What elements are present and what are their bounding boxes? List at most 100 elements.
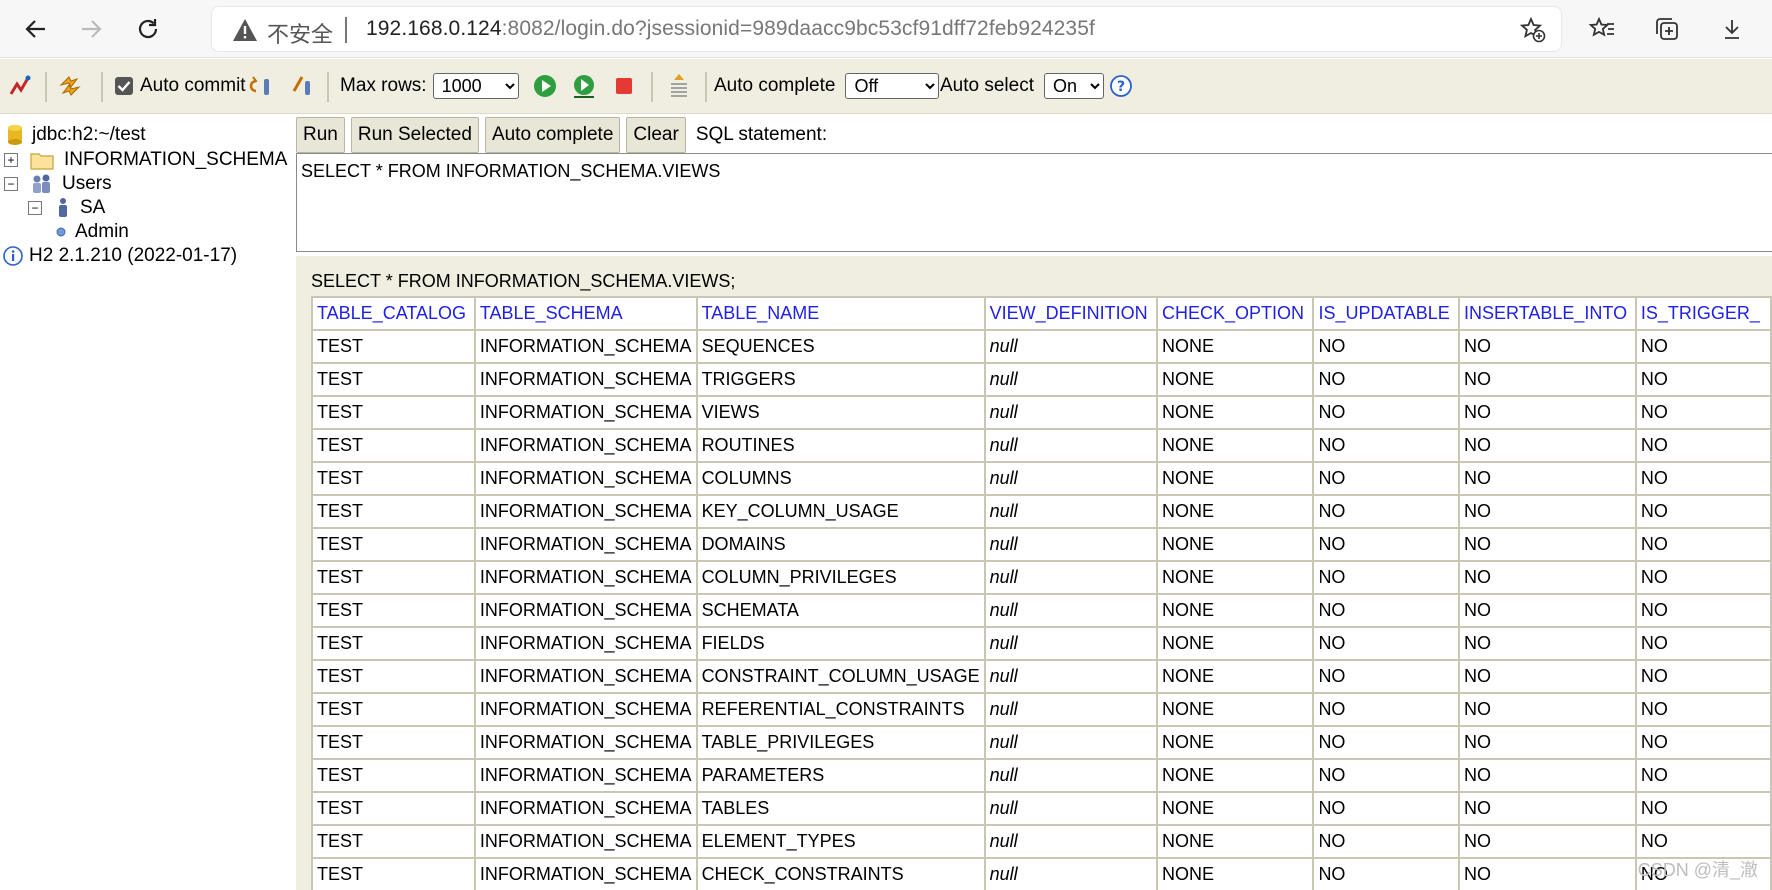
history-button[interactable] [668,71,690,101]
table-cell: FIELDS [695,626,986,661]
column-header[interactable]: VIEW_DEFINITION [983,296,1159,331]
table-cell: NO [1312,824,1461,859]
url-text[interactable]: 192.168.0.124:8082/login.do?jsessionid=9… [366,17,1095,41]
run-selected-button[interactable] [571,71,597,101]
add-favorite-icon[interactable] [1519,16,1547,44]
table-cell: INFORMATION_SCHEMA [473,527,698,562]
collapse-glyph: − [31,201,39,215]
table-cell: null [983,692,1159,727]
tree-user-sa[interactable]: − SA [28,195,105,221]
run-selected-text-button[interactable]: Run Selected [350,117,479,153]
connection-label: jdbc:h2:~/test [32,124,146,145]
role-bullet-icon [56,227,66,237]
column-header[interactable]: IS_UPDATABLE [1312,296,1461,331]
table-cell: NONE [1156,461,1315,496]
table-cell: NO [1458,692,1637,727]
toolbar-separator [101,72,103,102]
tree-schema-information[interactable]: + INFORMATION_SCHEMA [4,147,287,173]
execute-button[interactable] [533,71,557,101]
table-cell: SCHEMATA [695,593,986,628]
table-row: TEST INFORMATION_SCHEMA KEY_COLUMN_USAGE nu… [311,494,1772,529]
tree-users[interactable]: − Users [4,171,112,197]
column-header[interactable]: IS_TRIGGER_ [1634,296,1772,331]
table-cell: TABLES [695,791,986,826]
table-cell: NONE [1156,329,1315,364]
user-icon [59,198,67,217]
back-button[interactable] [16,9,56,49]
column-header[interactable]: TABLE_CATALOG [311,296,476,331]
table-cell: NONE [1156,626,1315,661]
table-cell: NO [1634,626,1772,661]
auto-complete-button[interactable]: Auto complete [484,117,621,153]
tree-role-admin[interactable]: Admin [56,219,129,245]
column-header[interactable]: CHECK_OPTION [1156,296,1315,331]
collapse-toggle[interactable]: − [4,177,18,191]
table-cell: NO [1634,461,1772,496]
auto-select-label: Auto select [940,75,1034,96]
table-cell: NO [1634,494,1772,529]
table-cell: null [983,560,1159,595]
table-row: TEST INFORMATION_SCHEMA TABLE_PRIVILEGES nu… [311,725,1772,760]
max-rows-select[interactable]: 1000 [432,73,519,99]
expand-toggle[interactable]: + [4,153,18,167]
table-cell: NO [1634,692,1772,727]
auto-complete-select[interactable]: Off [845,73,940,99]
table-cell: TEST [311,824,476,859]
table-cell: NO [1458,659,1637,694]
commit-icon [292,76,310,95]
security-status-label[interactable]: 不安全 [267,17,333,49]
reload-button[interactable] [128,9,168,49]
table-cell: NO [1312,593,1461,628]
stop-button[interactable] [614,71,634,101]
table-cell: null [983,593,1159,628]
table-cell: NO [1458,725,1637,760]
table-cell: NO [1312,527,1461,562]
table-cell: TEST [311,395,476,430]
address-divider [345,17,347,43]
expand-glyph: + [7,153,15,167]
table-cell: NO [1458,428,1637,463]
column-header[interactable]: TABLE_NAME [695,296,986,331]
help-button[interactable]: ? [1110,71,1132,101]
disconnect-button[interactable] [8,71,32,101]
download-icon [1725,20,1739,39]
auto-select-select[interactable]: On [1044,73,1104,99]
disconnect-icon [9,75,31,95]
table-cell: NO [1634,593,1772,628]
table-cell: INFORMATION_SCHEMA [473,692,698,727]
column-header[interactable]: TABLE_SCHEMA [473,296,698,331]
browser-toolbar: 不安全 192.168.0.124:8082/login.do?jsession… [0,0,1772,58]
address-bar[interactable]: 不安全 192.168.0.124:8082/login.do?jsession… [211,6,1562,52]
table-cell: NONE [1156,593,1315,628]
table-cell: NO [1634,428,1772,463]
info-icon [3,246,23,266]
rollback-button[interactable] [246,71,276,101]
auto-commit-toggle[interactable]: Auto commit [114,71,246,101]
collapse-toggle[interactable]: − [28,201,42,215]
warning-icon[interactable] [232,18,258,42]
refresh-button[interactable] [57,71,83,101]
table-cell: COLUMN_PRIVILEGES [695,560,986,595]
forward-button[interactable] [71,9,111,49]
column-header[interactable]: INSERTABLE_INTO [1458,296,1637,331]
sql-editor[interactable]: SELECT * FROM INFORMATION_SCHEMA.VIEWS [296,153,1772,252]
table-row: TEST INFORMATION_SCHEMA DOMAINS null NONE NO N… [311,527,1772,562]
table-cell: TABLE_PRIVILEGES [695,725,986,760]
run-selected-icon [574,75,594,98]
collections-button[interactable] [1647,9,1687,49]
table-cell: NO [1458,494,1637,529]
table-cell: NONE [1156,758,1315,793]
version-label: H2 2.1.210 (2022-01-17) [29,245,238,266]
clear-button[interactable]: Clear [626,117,686,153]
commit-button[interactable] [290,71,316,101]
tree-connection[interactable]: jdbc:h2:~/test [7,122,146,148]
checkbox-checked-icon[interactable] [114,76,134,96]
table-cell: VIEWS [695,395,986,430]
run-button[interactable]: Run [296,117,345,153]
history-icon [671,74,687,97]
table-cell: NO [1634,362,1772,397]
collections-icon [1656,18,1678,40]
table-cell: null [983,461,1159,496]
downloads-button[interactable] [1712,9,1752,49]
favorites-button[interactable] [1582,9,1622,49]
